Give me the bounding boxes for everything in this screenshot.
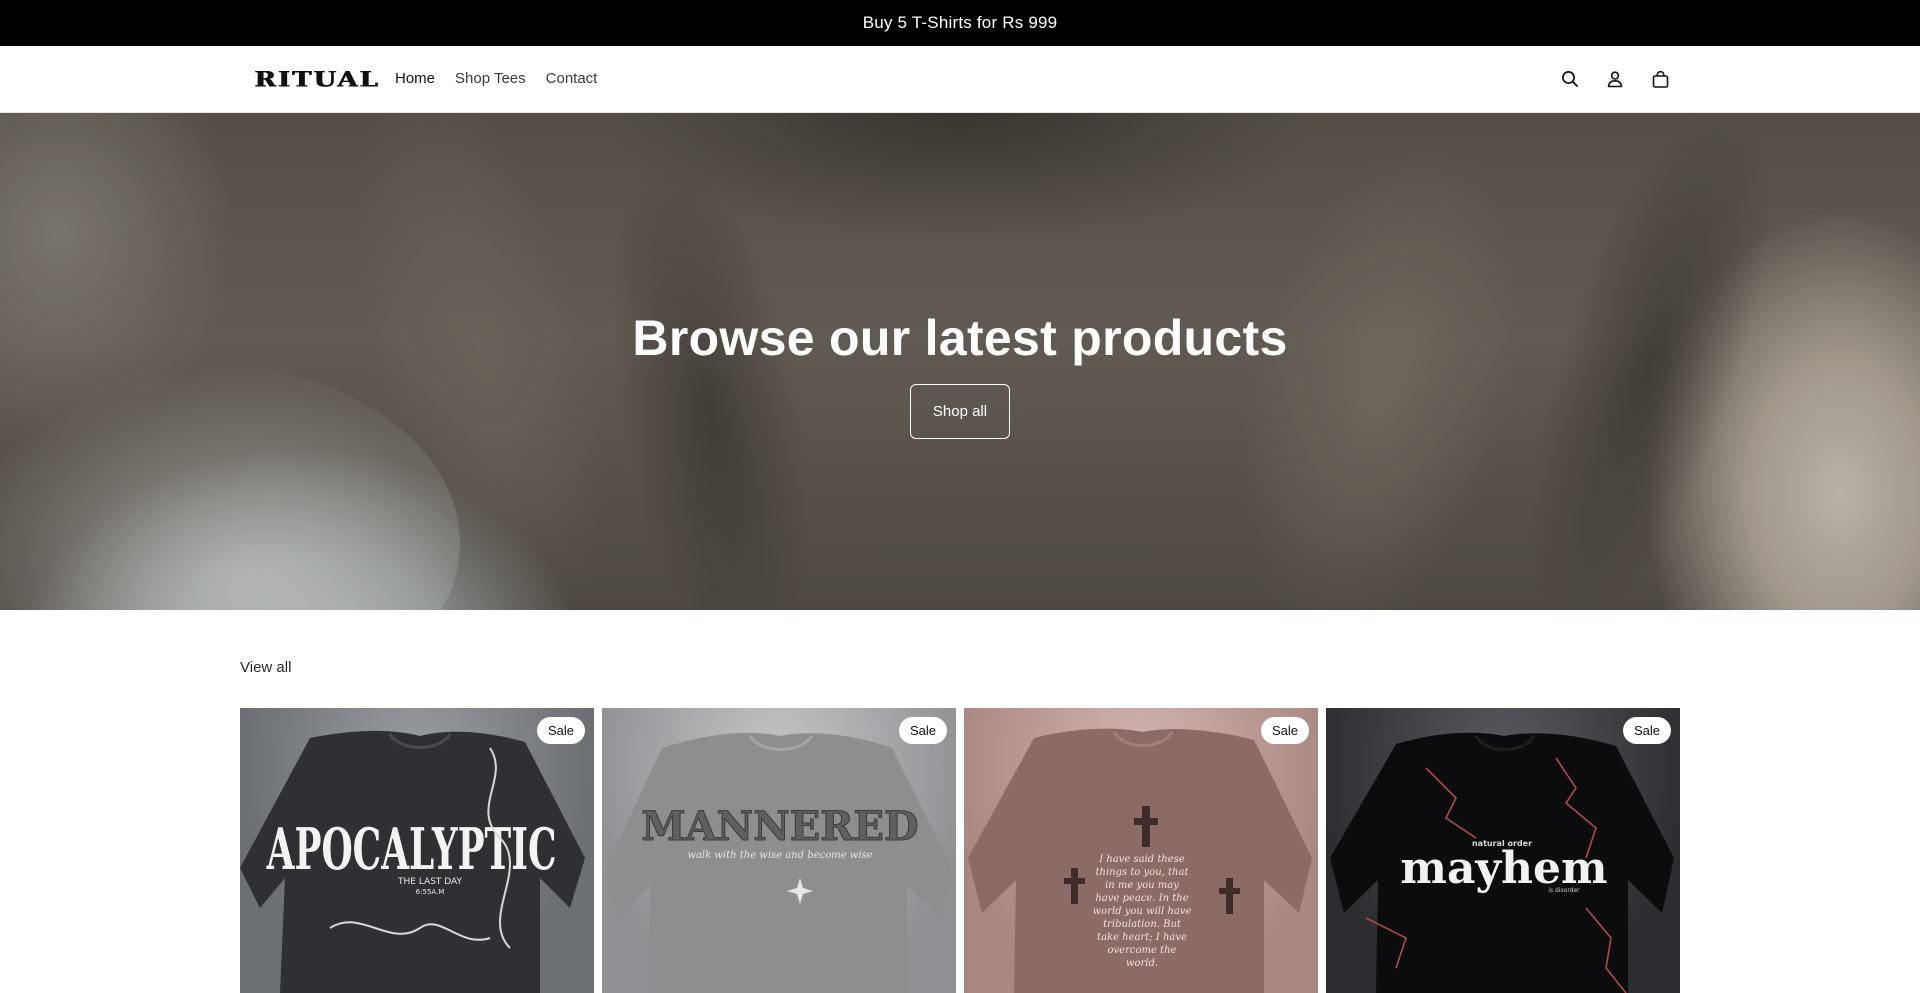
product-card[interactable]: MANNERED walk with the wise and become w… <box>602 708 956 993</box>
product-print-subtext: walk with the wise and become wise <box>687 850 872 861</box>
product-card[interactable]: I have said these things to you, that in… <box>964 708 1318 993</box>
product-print-text: MANNERED <box>641 803 918 850</box>
product-print-subtext: is disorder <box>1548 887 1580 894</box>
hero-title: Browse our latest products <box>632 310 1288 366</box>
cart-icon[interactable] <box>1648 67 1672 91</box>
brand-logo[interactable]: RITUAL <box>254 68 379 93</box>
header-icons <box>1558 67 1672 91</box>
product-image: I have said these things to you, that in… <box>968 728 1312 993</box>
sale-badge: Sale <box>1260 717 1309 744</box>
product-image: APOCALYPTIC THE LAST DAY 6:55A.M <box>240 730 585 993</box>
product-print-text: I have said these things to you, that in… <box>1092 854 1192 969</box>
product-image: MANNERED walk with the wise and become w… <box>606 732 952 993</box>
announcement-bar: Buy 5 T-Shirts for Rs 999 <box>0 0 1920 46</box>
shop-all-button[interactable]: Shop all <box>910 384 1010 439</box>
announcement-text: Buy 5 T-Shirts for Rs 999 <box>862 13 1058 32</box>
nav-home[interactable]: Home <box>395 70 435 87</box>
product-print-text: APOCALYPTIC <box>266 816 557 883</box>
site-header: RITUAL Home Shop Tees Contact <box>0 46 1920 113</box>
search-icon[interactable] <box>1558 67 1582 91</box>
product-card[interactable]: APOCALYPTIC THE LAST DAY 6:55A.M Sale <box>240 708 594 993</box>
main-nav: Home Shop Tees Contact <box>395 70 597 87</box>
account-icon[interactable] <box>1603 67 1627 91</box>
view-all-link[interactable]: View all <box>240 659 291 676</box>
nav-shop-tees[interactable]: Shop Tees <box>455 70 526 87</box>
product-print-subtext: 6:55A.M <box>416 888 445 896</box>
sale-badge: Sale <box>898 717 947 744</box>
nav-contact[interactable]: Contact <box>546 70 598 87</box>
sale-badge: Sale <box>536 717 585 744</box>
product-print-subtext: THE LAST DAY <box>397 877 462 887</box>
product-image: natural order mayhem is disorder <box>1330 732 1674 993</box>
product-card[interactable]: natural order mayhem is disorder Sale <box>1326 708 1680 993</box>
hero-banner: Browse our latest products Shop all <box>0 113 1920 610</box>
sale-badge: Sale <box>1622 717 1671 744</box>
